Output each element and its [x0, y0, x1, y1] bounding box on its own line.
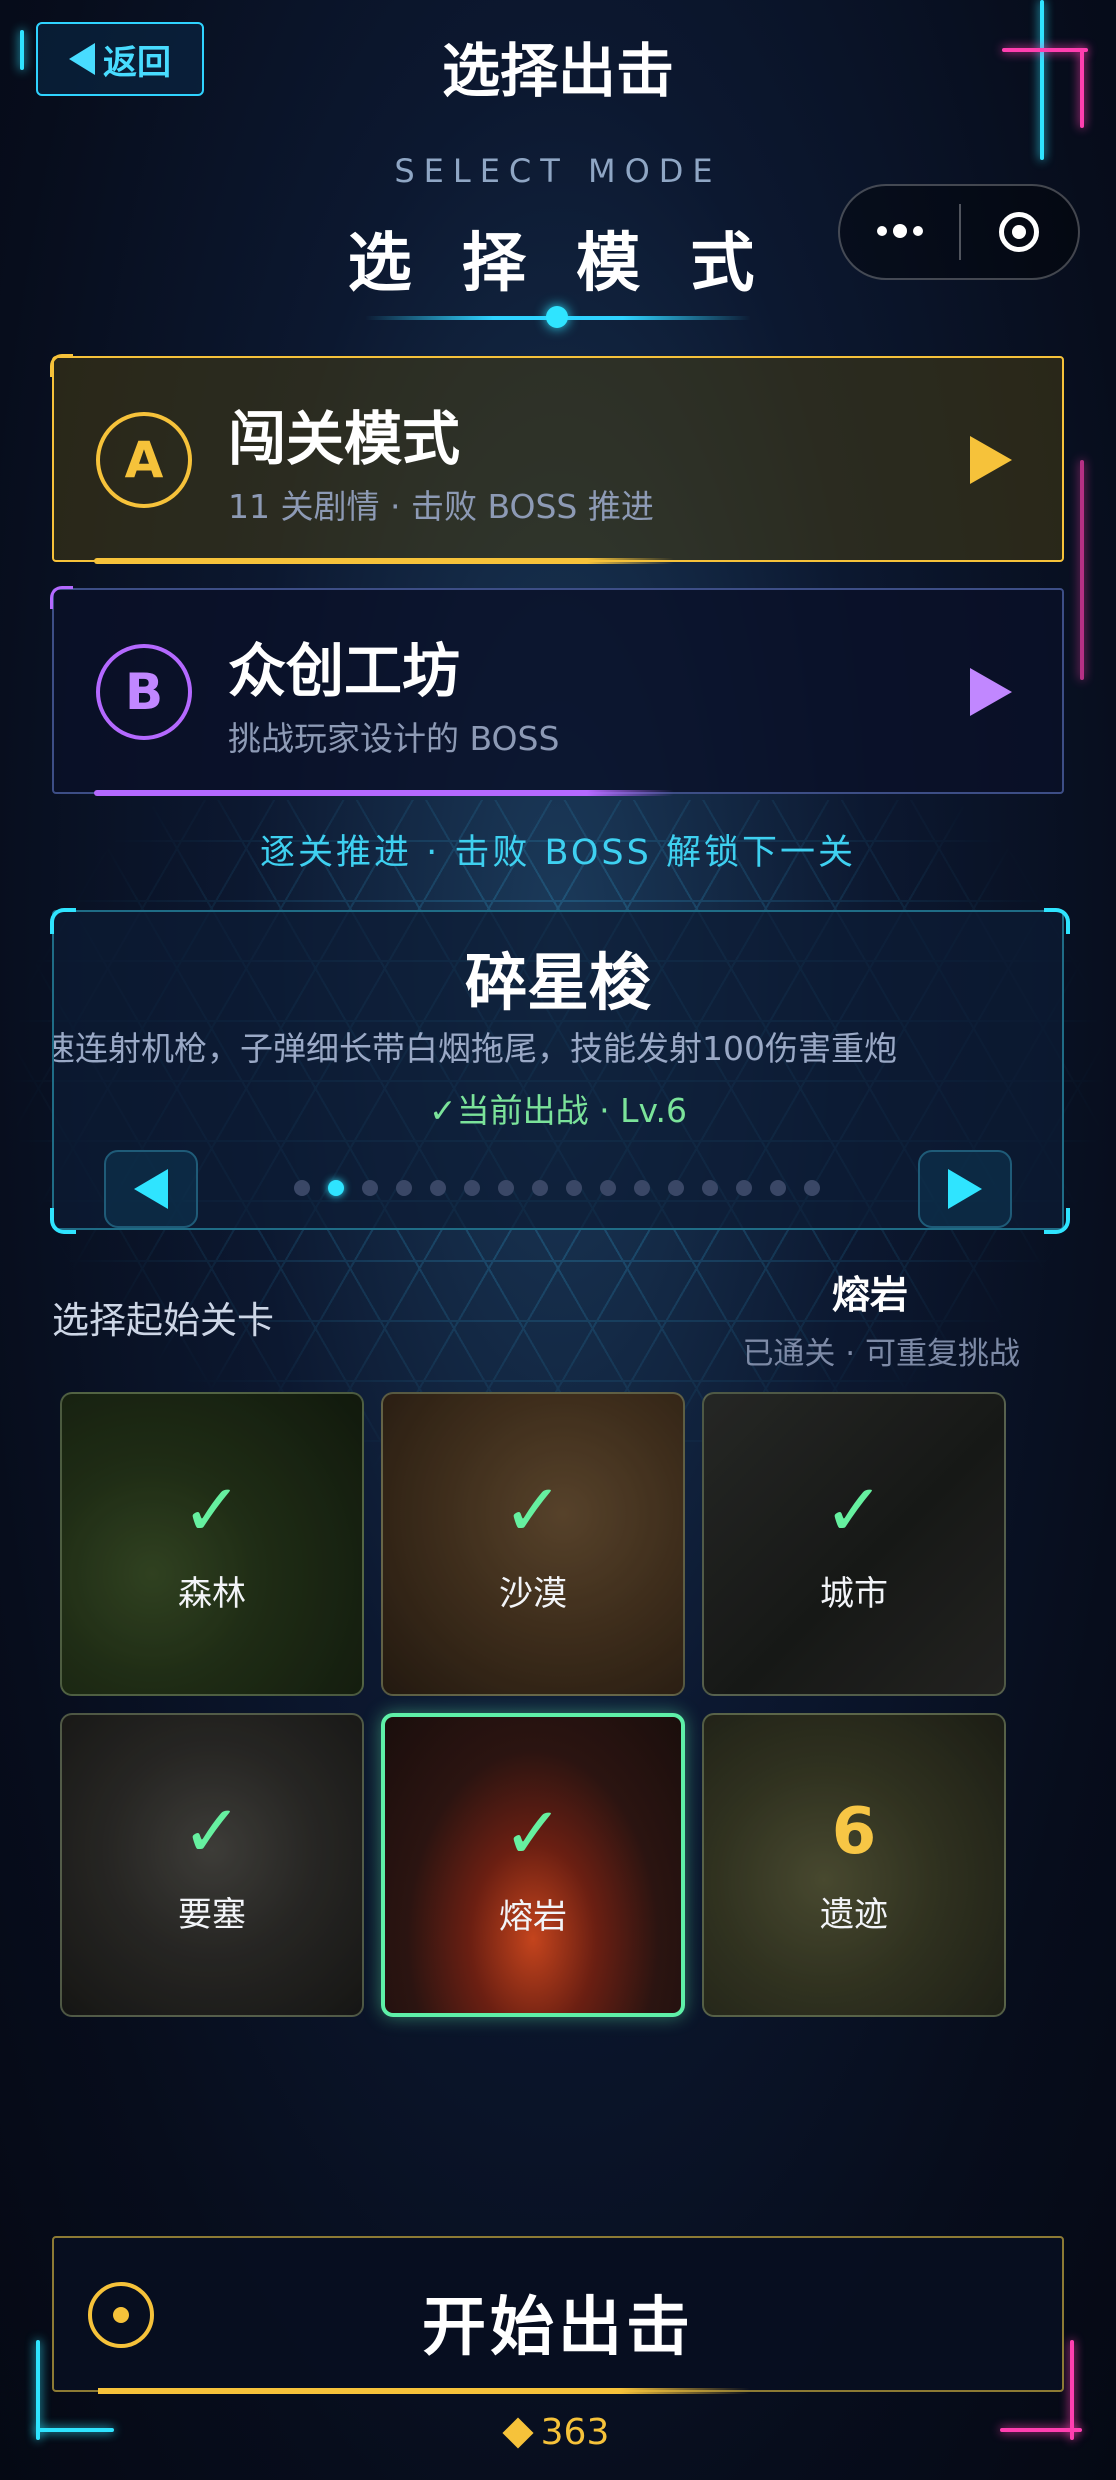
level-name: 森林	[178, 1574, 246, 1614]
level-tile-lava[interactable]: ✓ 熔岩	[381, 1713, 685, 2017]
pager-dot[interactable]	[396, 1180, 412, 1196]
mode-description: 11 关剧情 · 击败 BOSS 推进	[228, 487, 654, 526]
pager-dot[interactable]	[430, 1180, 446, 1196]
mode-title: 闯关模式	[228, 405, 461, 473]
level-select-label: 选择起始关卡	[52, 1299, 274, 1342]
card-corner	[50, 354, 73, 377]
level-name: 要塞	[178, 1895, 246, 1935]
pager-dot[interactable]	[770, 1180, 786, 1196]
ship-description: 速连射机枪，子弹细长带白烟拖尾，技能发射100伤害重炮	[52, 1029, 897, 1068]
level-name: 熔岩	[499, 1897, 567, 1937]
level-name: 城市	[820, 1574, 888, 1614]
neon-decoration	[1080, 460, 1084, 680]
select-mode-title: 选 择 模 式	[347, 227, 769, 301]
ship-selector-card: 碎星梭 速连射机枪，子弹细长带白烟拖尾，技能发射100伤害重炮 ✓当前出战 · …	[52, 910, 1064, 1230]
level-tile-forest[interactable]: ✓ 森林	[60, 1392, 364, 1696]
pager-dot[interactable]	[328, 1180, 344, 1196]
prev-ship-button[interactable]	[104, 1150, 198, 1228]
mode-title: 众创工坊	[228, 637, 461, 705]
mode-hint: 逐关推进 · 击败 BOSS 解锁下一关	[259, 833, 856, 873]
check-icon: ✓	[502, 1468, 564, 1552]
check-icon: ✓	[181, 1468, 243, 1552]
level-name: 遗迹	[820, 1895, 888, 1935]
ship-name: 碎星梭	[464, 946, 651, 1019]
ship-pager	[294, 1180, 820, 1196]
card-corner	[1044, 908, 1070, 934]
select-mode-subtitle: SELECT MODE	[394, 152, 722, 190]
start-label: 开始出击	[422, 2291, 694, 2365]
pager-dot[interactable]	[804, 1180, 820, 1196]
currency-amount: 363	[540, 2412, 610, 2453]
check-icon: ✓	[823, 1468, 885, 1552]
selected-level-name: 熔岩	[831, 1273, 908, 1317]
arrow-right-icon	[948, 1169, 982, 1209]
pager-dot[interactable]	[294, 1180, 310, 1196]
mode-badge: A	[96, 412, 192, 508]
mode-card-campaign[interactable]: A 闯关模式 11 关剧情 · 击败 BOSS 推进	[50, 354, 1064, 564]
mode-badge: B	[96, 644, 192, 740]
next-ship-button[interactable]	[918, 1150, 1012, 1228]
pager-dot[interactable]	[566, 1180, 582, 1196]
check-icon: ✓	[502, 1791, 564, 1875]
play-icon	[970, 668, 1012, 716]
pager-dot[interactable]	[634, 1180, 650, 1196]
page-title: 选择出击	[441, 37, 674, 105]
level-tile-fortress[interactable]: ✓ 要塞	[60, 1713, 364, 2017]
level-name: 沙漠	[499, 1574, 567, 1614]
play-icon	[970, 436, 1012, 484]
arrow-left-icon	[134, 1169, 168, 1209]
pager-dot[interactable]	[362, 1180, 378, 1196]
level-tile-desert[interactable]: ✓ 沙漠	[381, 1392, 685, 1696]
currency-display: 363	[0, 2412, 1116, 2453]
pager-dot[interactable]	[532, 1180, 548, 1196]
button-underline	[98, 2388, 750, 2394]
pager-dot[interactable]	[498, 1180, 514, 1196]
pager-dot[interactable]	[464, 1180, 480, 1196]
title-underline-dot	[546, 306, 568, 328]
level-number: 6	[831, 1795, 877, 1869]
card-underline	[94, 790, 674, 796]
pager-dot[interactable]	[736, 1180, 752, 1196]
card-corner	[50, 908, 76, 934]
start-sortie-button[interactable]: 开始出击	[52, 2236, 1064, 2394]
level-tile-city[interactable]: ✓ 城市	[702, 1392, 1006, 1696]
diamond-icon	[502, 2416, 534, 2449]
pager-dot[interactable]	[702, 1180, 718, 1196]
selected-underline	[94, 558, 674, 564]
card-corner	[50, 586, 73, 609]
pager-dot[interactable]	[600, 1180, 616, 1196]
ship-status: ✓当前出战 · Lv.6	[429, 1091, 687, 1130]
selected-level-status: 已通关 · 可重复挑战	[742, 1336, 1020, 1372]
card-corner	[50, 1208, 76, 1234]
check-icon: ✓	[181, 1789, 243, 1873]
pager-dot[interactable]	[668, 1180, 684, 1196]
level-tile-ruins[interactable]: 6 遗迹	[702, 1713, 1006, 2017]
mode-description: 挑战玩家设计的 BOSS	[228, 719, 560, 758]
mode-card-workshop[interactable]: B 众创工坊 挑战玩家设计的 BOSS	[50, 586, 1064, 796]
